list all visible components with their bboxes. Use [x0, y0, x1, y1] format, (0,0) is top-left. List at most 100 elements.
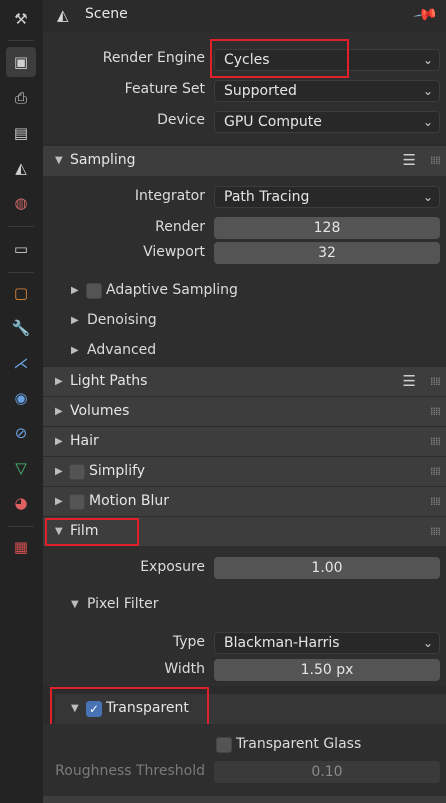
view-layer-tab-icon[interactable]: ▤ — [6, 118, 36, 148]
device-label: Device — [157, 112, 205, 128]
pin-icon[interactable]: 📌 — [412, 1, 439, 28]
drag-handle-icon[interactable]: ⁞⁞⁞⁞ — [430, 465, 441, 478]
transparent-body — [43, 724, 446, 796]
drag-handle-icon[interactable]: ⁞⁞⁞⁞ — [430, 375, 441, 388]
motion-blur-panel-header[interactable]: ▶ Motion Blur ⁞⁞⁞⁞ — [43, 486, 446, 516]
physics-tab-icon[interactable]: ◉ — [6, 383, 36, 413]
motion-blur-title: Motion Blur — [89, 493, 170, 509]
light-paths-title: Light Paths — [70, 373, 148, 389]
collapsed-triangle-icon: ▶ — [55, 466, 63, 477]
roughness-threshold-label: Roughness Threshold — [55, 763, 205, 779]
render-engine-dropdown[interactable]: Cycles ⌄ — [214, 49, 440, 71]
render-properties-panel: ◭ Scene 📌 Render Engine Cycles ⌄ Feature… — [43, 0, 446, 803]
output-tab-icon[interactable]: ⎙ — [6, 83, 36, 113]
denoising-title: Denoising — [87, 312, 157, 328]
chevron-down-icon: ⌄ — [422, 636, 433, 650]
adaptive-sampling-checkbox[interactable] — [86, 283, 102, 299]
tab-separator — [8, 226, 34, 227]
chevron-down-icon: ⌄ — [422, 115, 433, 129]
chevron-down-icon: ⌄ — [422, 84, 433, 98]
feature-set-label: Feature Set — [124, 81, 205, 97]
device-dropdown[interactable]: GPU Compute ⌄ — [214, 111, 440, 133]
drag-handle-icon[interactable]: ⁞⁞⁞⁞ — [430, 495, 441, 508]
drag-handle-icon[interactable]: ⁞⁞⁞⁞ — [430, 435, 441, 448]
material-tab-icon[interactable]: ◕ — [6, 488, 36, 518]
sampling-panel-header[interactable]: ▼ Sampling ☰ ⁞⁞⁞⁞ — [43, 145, 446, 176]
render-engine-label: Render Engine — [102, 50, 205, 66]
collection-tab-icon[interactable]: ▭ — [6, 234, 36, 264]
exposure-field[interactable]: 1.00 — [214, 557, 440, 579]
integrator-value: Path Tracing — [224, 189, 310, 205]
render-samples-field[interactable]: 128 — [214, 217, 440, 239]
collapsed-triangle-icon: ▶ — [71, 345, 79, 356]
chevron-down-icon: ⌄ — [422, 53, 433, 67]
feature-set-dropdown[interactable]: Supported ⌄ — [214, 80, 440, 102]
properties-tab-bar: ⚒ ▣ ⎙ ▤ ◭ ◍ ▭ ▢ 🔧 ⋌ ◉ ⊘ ▽ ◕ ▦ — [0, 0, 44, 803]
simplify-checkbox[interactable] — [69, 464, 85, 480]
filter-width-label: Width — [164, 661, 205, 677]
modifier-tab-icon[interactable]: 🔧 — [6, 313, 36, 343]
film-panel-header[interactable]: ▼ Film ⁞⁞⁞⁞ — [43, 516, 446, 546]
light-paths-panel-header[interactable]: ▶ Light Paths ☰ ⁞⁞⁞⁞ — [43, 366, 446, 396]
collapsed-triangle-icon: ▶ — [55, 406, 63, 417]
constraint-tab-icon[interactable]: ⊘ — [6, 418, 36, 448]
presets-list-icon[interactable]: ☰ — [403, 151, 416, 169]
adaptive-sampling-subpanel[interactable]: ▶ Adaptive Sampling — [43, 280, 446, 304]
expanded-triangle-icon: ▼ — [71, 599, 79, 610]
expanded-triangle-icon: ▼ — [71, 703, 79, 714]
volumes-panel-header[interactable]: ▶ Volumes ⁞⁞⁞⁞ — [43, 396, 446, 426]
transparent-checkbox[interactable]: ✓ — [86, 701, 102, 717]
motion-blur-checkbox[interactable] — [69, 494, 85, 510]
drag-handle-icon[interactable]: ⁞⁞⁞⁞ — [430, 405, 441, 418]
chevron-down-icon: ⌄ — [422, 190, 433, 204]
world-tab-icon[interactable]: ◍ — [6, 188, 36, 218]
collapsed-triangle-icon: ▶ — [71, 315, 79, 326]
hair-title: Hair — [70, 433, 99, 449]
particles-tab-icon[interactable]: ⋌ — [6, 348, 36, 378]
filter-type-value: Blackman-Harris — [224, 635, 340, 651]
pixel-filter-subpanel[interactable]: ▼ Pixel Filter — [43, 594, 446, 618]
texture-tab-icon[interactable]: ▦ — [6, 532, 36, 562]
pixel-filter-title: Pixel Filter — [87, 596, 159, 612]
presets-list-icon[interactable]: ☰ — [403, 372, 416, 390]
object-tab-icon[interactable]: ▢ — [6, 278, 36, 308]
roughness-threshold-field[interactable]: 0.10 — [214, 761, 440, 783]
expanded-triangle-icon: ▼ — [55, 526, 63, 537]
device-value: GPU Compute — [224, 114, 322, 130]
tab-separator — [8, 40, 34, 41]
advanced-title: Advanced — [87, 342, 157, 358]
tab-separator — [8, 526, 34, 527]
drag-handle-icon[interactable]: ⁞⁞⁞⁞ — [430, 154, 441, 167]
denoising-subpanel[interactable]: ▶ Denoising — [43, 310, 446, 334]
transparent-glass-checkbox[interactable] — [216, 737, 232, 753]
feature-set-value: Supported — [224, 83, 297, 99]
scene-tab-icon[interactable]: ◭ — [6, 153, 36, 183]
sampling-title: Sampling — [70, 152, 136, 168]
data-tab-icon[interactable]: ▽ — [6, 453, 36, 483]
simplify-panel-header[interactable]: ▶ Simplify ⁞⁞⁞⁞ — [43, 456, 446, 486]
collapsed-triangle-icon: ▶ — [55, 376, 63, 387]
viewport-samples-field[interactable]: 32 — [214, 242, 440, 264]
drag-handle-icon[interactable]: ⁞⁞⁞⁞ — [430, 525, 441, 538]
transparent-glass-label: Transparent Glass — [236, 736, 362, 752]
transparent-subpanel-header[interactable]: ▼ ✓ Transparent — [55, 693, 446, 724]
bottom-edge — [43, 796, 446, 803]
integrator-dropdown[interactable]: Path Tracing ⌄ — [214, 186, 440, 208]
hair-panel-header[interactable]: ▶ Hair ⁞⁞⁞⁞ — [43, 426, 446, 456]
expanded-triangle-icon: ▼ — [55, 155, 63, 166]
collapsed-triangle-icon: ▶ — [55, 496, 63, 507]
filter-type-dropdown[interactable]: Blackman-Harris ⌄ — [214, 632, 440, 654]
tool-tab-icon[interactable]: ⚒ — [6, 4, 36, 34]
render-engine-value: Cycles — [224, 52, 270, 68]
collapsed-triangle-icon: ▶ — [55, 436, 63, 447]
volumes-title: Volumes — [70, 403, 130, 419]
collapsed-triangle-icon: ▶ — [71, 285, 79, 296]
filter-width-field[interactable]: 1.50 px — [214, 659, 440, 681]
viewport-samples-label: Viewport — [143, 244, 205, 260]
scene-icon: ◭ — [57, 6, 69, 24]
simplify-title: Simplify — [89, 463, 146, 479]
render-samples-label: Render — [155, 219, 205, 235]
adaptive-sampling-title: Adaptive Sampling — [106, 282, 238, 298]
advanced-subpanel[interactable]: ▶ Advanced — [43, 340, 446, 364]
render-tab-icon[interactable]: ▣ — [6, 47, 36, 77]
